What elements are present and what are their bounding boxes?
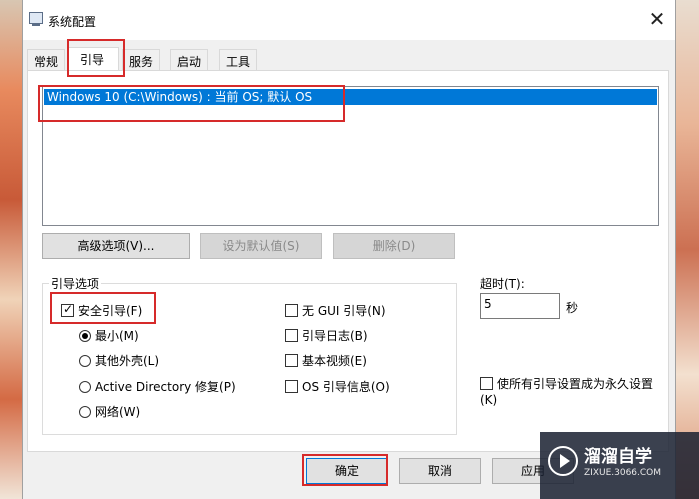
- no-gui-label: 无 GUI 引导(N): [302, 304, 386, 318]
- window-title: 系统配置: [48, 15, 97, 29]
- boot-tab-panel: Windows 10 (C:\Windows) : 当前 OS; 默认 OS 高…: [27, 70, 669, 452]
- safe-boot-option[interactable]: 安全引导(F): [61, 302, 142, 319]
- safe-boot-checkbox[interactable]: [61, 302, 74, 317]
- boot-os-list[interactable]: Windows 10 (C:\Windows) : 当前 OS; 默认 OS: [42, 86, 659, 226]
- base-video-option[interactable]: 基本视频(E): [285, 352, 367, 369]
- tab-tools[interactable]: 工具: [219, 49, 258, 70]
- title-bar: 系统配置 ✕: [23, 0, 675, 40]
- tab-boot[interactable]: 引导: [67, 47, 119, 71]
- os-boot-info-label: OS 引导信息(O): [302, 380, 390, 394]
- play-icon: [548, 446, 578, 476]
- watermark: 溜溜自学 ZIXUE.3066.COM: [540, 432, 699, 499]
- active-directory-option[interactable]: Active Directory 修复(P): [79, 378, 236, 395]
- safe-boot-label: 安全引导(F): [78, 304, 143, 318]
- tab-strip: 常规 引导 服务 启动 工具: [27, 47, 667, 71]
- base-video-label: 基本视频(E): [302, 354, 367, 368]
- os-boot-info-checkbox[interactable]: [285, 380, 298, 393]
- make-permanent-option[interactable]: 使所有引导设置成为永久设置(K): [480, 376, 662, 408]
- delete-button[interactable]: 删除(D): [333, 233, 455, 259]
- network-option[interactable]: 网络(W): [79, 403, 140, 420]
- advanced-options-button[interactable]: 高级选项(V)...: [42, 233, 190, 259]
- network-label: 网络(W): [95, 405, 141, 419]
- tab-startup[interactable]: 启动: [170, 49, 209, 70]
- boot-log-option[interactable]: 引导日志(B): [285, 327, 368, 344]
- watermark-subtitle: ZIXUE.3066.COM: [584, 468, 662, 478]
- msconfig-icon: [29, 12, 43, 26]
- watermark-title: 溜溜自学: [584, 447, 652, 467]
- no-gui-checkbox[interactable]: [285, 304, 298, 317]
- os-boot-info-option[interactable]: OS 引导信息(O): [285, 378, 390, 395]
- minimal-radio[interactable]: [79, 330, 91, 342]
- boot-os-entry[interactable]: Windows 10 (C:\Windows) : 当前 OS; 默认 OS: [44, 89, 657, 105]
- boot-log-checkbox[interactable]: [285, 329, 298, 342]
- boot-log-label: 引导日志(B): [302, 329, 368, 343]
- timeout-input[interactable]: 5: [480, 293, 560, 319]
- boot-options-label: 引导选项: [49, 275, 102, 292]
- no-gui-option[interactable]: 无 GUI 引导(N): [285, 302, 386, 319]
- alternate-shell-option[interactable]: 其他外壳(L): [79, 352, 159, 369]
- timeout-unit: 秒: [566, 301, 579, 315]
- base-video-checkbox[interactable]: [285, 354, 298, 367]
- alternate-shell-label: 其他外壳(L): [95, 354, 160, 368]
- active-directory-radio[interactable]: [79, 381, 91, 393]
- background-left: [0, 0, 24, 499]
- active-directory-label: Active Directory 修复(P): [95, 380, 236, 394]
- tab-services[interactable]: 服务: [122, 49, 161, 70]
- network-radio[interactable]: [79, 406, 91, 418]
- minimal-option[interactable]: 最小(M): [79, 327, 139, 344]
- system-config-window: 系统配置 ✕ 常规 引导 服务 启动 工具 Windows 10 (C:\Win…: [22, 0, 676, 499]
- make-permanent-checkbox[interactable]: [480, 377, 493, 390]
- set-default-button[interactable]: 设为默认值(S): [200, 233, 322, 259]
- minimal-label: 最小(M): [95, 329, 139, 343]
- ok-button[interactable]: 确定: [306, 458, 388, 484]
- tab-general[interactable]: 常规: [27, 49, 66, 70]
- timeout-label: 超时(T):: [480, 277, 525, 291]
- make-permanent-label: 使所有引导设置成为永久设置(K): [480, 377, 654, 407]
- alternate-shell-radio[interactable]: [79, 355, 91, 367]
- close-button[interactable]: ✕: [643, 8, 671, 32]
- boot-options-group: 引导选项 安全引导(F) 最小(M) 其他外壳(L) Active Direct…: [42, 275, 457, 435]
- cancel-button[interactable]: 取消: [399, 458, 481, 484]
- background-right: [675, 0, 699, 499]
